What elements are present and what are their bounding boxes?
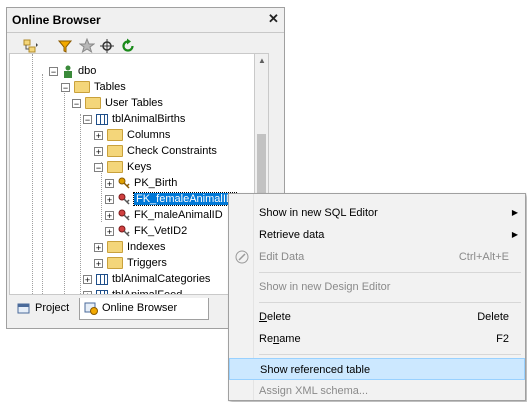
- tree-label: Tables: [94, 81, 126, 93]
- menu-item-rename[interactable]: Rename F2: [229, 328, 525, 350]
- expand-icon[interactable]: +: [94, 130, 103, 140]
- tree-node-fk-femaleanimalid[interactable]: + FK_femaleAnimalID: [105, 191, 237, 207]
- expand-icon[interactable]: +: [105, 226, 114, 236]
- tree-node-fk-maleanimalid[interactable]: + FK_maleAnimalID: [105, 207, 223, 223]
- add-object-icon[interactable]: [23, 38, 39, 54]
- tab-online-browser[interactable]: Online Browser: [79, 298, 209, 320]
- menu-item-delete[interactable]: Delete Delete: [229, 306, 525, 328]
- tree-label: tblAnimalFeed: [112, 289, 183, 295]
- tree-label: tblAnimalCategories: [112, 273, 211, 285]
- panel-title: Online Browser: [12, 13, 101, 27]
- collapse-icon[interactable]: −: [61, 82, 70, 92]
- scroll-up-icon[interactable]: ▲: [258, 56, 266, 65]
- edit-data-icon: [235, 250, 249, 272]
- tree-node-keys[interactable]: − Keys: [94, 159, 151, 175]
- tree-label: tblAnimalBirths: [112, 113, 186, 125]
- foreign-key-icon: [118, 209, 130, 221]
- tree-label-selected: FK_femaleAnimalID: [133, 192, 237, 206]
- folder-icon: [107, 129, 123, 142]
- schema-icon: [62, 65, 74, 78]
- expand-icon[interactable]: +: [94, 258, 103, 268]
- tree-label: Check Constraints: [127, 145, 217, 157]
- tab-project[interactable]: Project: [13, 298, 87, 319]
- favorite-icon[interactable]: [78, 37, 96, 54]
- table-icon: [96, 273, 108, 285]
- table-icon: [96, 289, 108, 294]
- project-icon: [17, 302, 31, 315]
- expand-icon[interactable]: +: [94, 146, 103, 156]
- expand-icon[interactable]: +: [83, 274, 92, 284]
- refresh-icon[interactable]: [120, 38, 136, 54]
- tree-label: FK_VetID2: [134, 225, 188, 237]
- tree-node-fk-vetid2[interactable]: + FK_VetID2: [105, 223, 187, 239]
- menu-item-edit-data[interactable]: Edit Data Ctrl+Alt+E: [229, 246, 525, 268]
- folder-icon: [107, 161, 123, 174]
- tree-node-tables[interactable]: − Tables: [61, 79, 126, 95]
- tree-node-columns[interactable]: + Columns: [94, 127, 170, 143]
- folder-icon: [107, 241, 123, 254]
- primary-key-icon: [118, 177, 130, 189]
- tree-node-dbo[interactable]: − dbo: [49, 63, 96, 79]
- collapse-icon[interactable]: −: [94, 162, 103, 172]
- tree-label: Columns: [127, 129, 171, 141]
- tree-label: PK_Birth: [134, 177, 178, 189]
- expand-icon[interactable]: +: [94, 242, 103, 252]
- object-tree[interactable]: − dbo − Tables − User Tables − tblAnimalBirt…: [9, 53, 256, 295]
- menu-item-show-in-new-design-editor[interactable]: Show in new Design Editor: [229, 276, 525, 298]
- tree-node-tblanimalcategories[interactable]: + tblAnimalCategories: [83, 271, 210, 287]
- collapse-icon[interactable]: −: [72, 98, 81, 108]
- submenu-arrow-icon: ▶: [511, 230, 518, 239]
- tree-node-tblanimalfeed[interactable]: + tblAnimalFeed: [83, 287, 183, 295]
- tree-label: Keys: [127, 161, 152, 173]
- menu-item-show-in-new-sql-editor[interactable]: Show in new SQL Editor ▶: [229, 202, 525, 224]
- tree-node-indexes[interactable]: + Indexes: [94, 239, 166, 255]
- close-icon[interactable]: ✕: [268, 11, 279, 27]
- expand-icon[interactable]: +: [83, 290, 92, 294]
- folder-icon: [85, 97, 101, 110]
- expand-icon[interactable]: +: [105, 210, 114, 220]
- context-menu: Show in new SQL Editor ▶ Retrieve data ▶…: [228, 193, 526, 401]
- online-browser-icon: [84, 302, 98, 315]
- menu-item-assign-xml-schema[interactable]: Assign XML schema...: [229, 380, 525, 402]
- expand-icon[interactable]: +: [105, 178, 114, 188]
- collapse-icon[interactable]: −: [49, 66, 58, 76]
- tab-label: Online Browser: [102, 302, 178, 314]
- tree-node-user-tables[interactable]: − User Tables: [72, 95, 163, 111]
- tree-label: Triggers: [127, 257, 167, 269]
- foreign-key-icon: [118, 225, 130, 237]
- tree-node-pk-birth[interactable]: + PK_Birth: [105, 175, 177, 191]
- tree-node-check-constraints[interactable]: + Check Constraints: [94, 143, 217, 159]
- folder-icon: [107, 257, 123, 270]
- submenu-arrow-icon: ▶: [511, 208, 518, 217]
- tree-node-tblanimalbirths[interactable]: − tblAnimalBirths: [83, 111, 185, 127]
- panel-title-bar: Online Browser ✕: [7, 8, 284, 33]
- menu-item-retrieve-data[interactable]: Retrieve data ▶: [229, 224, 525, 246]
- locate-icon[interactable]: [99, 38, 115, 54]
- tree-label: User Tables: [105, 97, 163, 109]
- tree-node-triggers[interactable]: + Triggers: [94, 255, 167, 271]
- table-icon: [96, 113, 108, 125]
- foreign-key-icon: [118, 193, 130, 205]
- menu-item-show-referenced-table[interactable]: Show referenced table: [229, 358, 525, 380]
- folder-icon: [107, 145, 123, 158]
- tab-label: Project: [35, 302, 70, 314]
- tree-label: FK_maleAnimalID: [134, 209, 223, 221]
- filter-icon[interactable]: [57, 38, 73, 54]
- collapse-icon[interactable]: −: [83, 114, 92, 124]
- expand-icon[interactable]: +: [105, 194, 114, 204]
- folder-icon: [74, 81, 90, 94]
- tree-label: dbo: [78, 65, 97, 77]
- tree-label: Indexes: [127, 241, 166, 253]
